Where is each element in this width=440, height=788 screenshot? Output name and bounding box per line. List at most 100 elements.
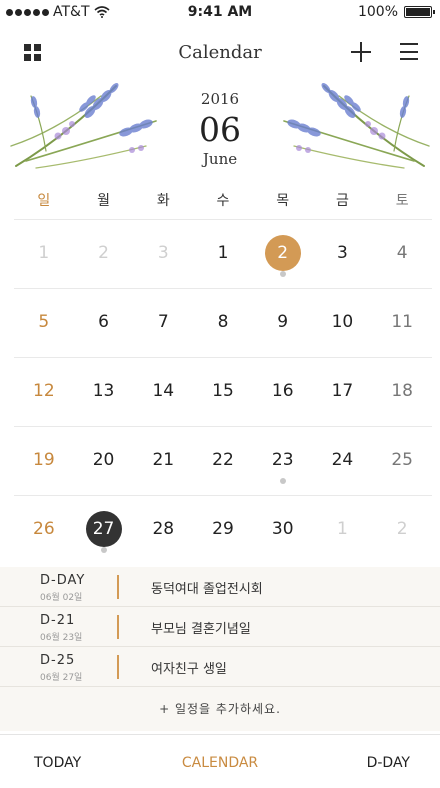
- event-date: 06월 23일: [40, 633, 83, 643]
- day-number: 22: [212, 450, 234, 470]
- event-date: 06월 27일: [40, 673, 83, 683]
- week-row: 12 13 14 15 16 17 18: [14, 358, 432, 427]
- day-number: 14: [152, 381, 175, 401]
- add-event-icon[interactable]: [351, 42, 371, 62]
- day-cell[interactable]: 3: [313, 220, 373, 288]
- day-number: 17: [331, 381, 354, 401]
- status-right: 100%: [357, 4, 435, 20]
- event-divider: [117, 655, 119, 679]
- day-number: 9: [277, 312, 289, 332]
- day-cell-today[interactable]: 2: [253, 220, 313, 288]
- day-number: 12: [33, 381, 55, 401]
- day-cell[interactable]: 3: [133, 220, 193, 288]
- day-number: 2: [264, 235, 301, 271]
- day-cell[interactable]: 2: [372, 496, 432, 565]
- day-number: 7: [157, 312, 169, 332]
- day-cell[interactable]: 1: [193, 220, 253, 288]
- week-row: 1 2 3 1 2 3 4: [14, 220, 432, 289]
- month-name: June: [202, 150, 238, 168]
- day-cell[interactable]: 23: [253, 427, 313, 495]
- week-row: 19 20 21 22 23 24 25: [14, 427, 432, 496]
- weekday-tue: 화: [156, 193, 170, 209]
- day-number: 13: [92, 381, 115, 401]
- weekday-wed: 수: [216, 193, 230, 209]
- month-number: 06: [199, 110, 241, 149]
- day-number: 2: [98, 243, 109, 263]
- weekday-fri: 금: [335, 193, 349, 209]
- day-cell[interactable]: 7: [133, 289, 193, 357]
- day-cell[interactable]: 14: [133, 358, 193, 426]
- day-cell[interactable]: 16: [253, 358, 313, 426]
- event-dday: D-21: [40, 613, 76, 628]
- calendar-grid: 1 2 3 1 2 3 4 5 6 7 8 9 10 11 12 13 14 15 16 17 18 19 20 21 22 23…: [14, 220, 432, 565]
- day-cell[interactable]: 20: [74, 427, 134, 495]
- weekday-sun: 일: [37, 193, 51, 209]
- event-dday: D-DAY: [40, 573, 86, 588]
- day-cell-selected[interactable]: 27: [74, 496, 134, 565]
- day-cell[interactable]: 18: [372, 358, 432, 426]
- day-cell[interactable]: 4: [372, 220, 432, 288]
- day-number: 20: [92, 450, 115, 470]
- week-row: 5 6 7 8 9 10 11: [14, 289, 432, 358]
- day-cell[interactable]: 1: [14, 220, 74, 288]
- day-cell[interactable]: 9: [253, 289, 313, 357]
- day-number: 4: [396, 243, 408, 263]
- page-title: Calendar: [178, 42, 262, 63]
- weekday-mon: 월: [97, 193, 110, 209]
- day-number: 26: [33, 519, 55, 539]
- event-row[interactable]: D-DAY 06월 02일 동덕여대 졸업전시회: [0, 567, 440, 607]
- weekday-sat: 토: [395, 193, 409, 209]
- event-row[interactable]: D-25 06월 27일 여자친구 생일: [0, 647, 440, 687]
- day-cell[interactable]: 11: [372, 289, 432, 357]
- day-cell[interactable]: 25: [372, 427, 432, 495]
- day-number: 25: [391, 450, 413, 470]
- event-row[interactable]: D-21 06월 23일 부모님 결혼기념일: [0, 607, 440, 647]
- event-divider: [117, 575, 119, 599]
- grid-view-icon[interactable]: [24, 44, 41, 61]
- tab-bar: TODAY CALENDAR D-DAY: [0, 734, 440, 788]
- day-cell[interactable]: 30: [253, 496, 313, 565]
- day-number: 24: [331, 450, 354, 470]
- add-event-button[interactable]: + 일정을 추가하세요.: [0, 687, 440, 731]
- battery-level: [406, 8, 430, 16]
- day-cell[interactable]: 15: [193, 358, 253, 426]
- day-cell[interactable]: 1: [313, 496, 373, 565]
- day-cell[interactable]: 26: [14, 496, 74, 565]
- day-number: 1: [38, 243, 50, 263]
- day-cell[interactable]: 24: [313, 427, 373, 495]
- day-cell[interactable]: 12: [14, 358, 74, 426]
- day-number: 18: [391, 381, 413, 401]
- day-number: 29: [212, 519, 234, 539]
- battery-icon: [404, 6, 435, 18]
- event-dot: [279, 478, 286, 484]
- day-cell[interactable]: 5: [14, 289, 74, 357]
- day-cell[interactable]: 22: [193, 427, 253, 495]
- day-number: 19: [33, 450, 55, 470]
- day-cell[interactable]: 6: [74, 289, 134, 357]
- day-cell[interactable]: 13: [74, 358, 134, 426]
- status-bar: AT&T 9:41 AM 100%: [0, 0, 440, 24]
- day-cell[interactable]: 2: [74, 220, 134, 288]
- day-number: 3: [157, 243, 169, 263]
- battery-percent: 100%: [357, 4, 398, 20]
- event-dot: [100, 547, 107, 553]
- day-cell[interactable]: 17: [313, 358, 373, 426]
- event-divider: [117, 615, 119, 639]
- day-cell[interactable]: 28: [133, 496, 193, 565]
- day-number: 6: [98, 312, 109, 332]
- menu-icon[interactable]: [400, 43, 418, 60]
- event-list: D-DAY 06월 02일 동덕여대 졸업전시회 D-21 06월 23일 부모…: [0, 567, 440, 731]
- day-cell[interactable]: 19: [14, 427, 74, 495]
- day-number: 3: [337, 243, 348, 263]
- day-cell[interactable]: 10: [313, 289, 373, 357]
- day-cell[interactable]: 29: [193, 496, 253, 565]
- day-cell[interactable]: 21: [133, 427, 193, 495]
- day-number: 1: [217, 243, 229, 263]
- day-number: 30: [271, 519, 294, 539]
- year-label: 2016: [200, 90, 240, 108]
- day-cell[interactable]: 8: [193, 289, 253, 357]
- day-number: 5: [38, 312, 50, 332]
- event-title: 동덕여대 졸업전시회: [151, 582, 263, 597]
- tab-dday[interactable]: D-DAY: [367, 755, 410, 771]
- day-number: 23: [271, 450, 294, 470]
